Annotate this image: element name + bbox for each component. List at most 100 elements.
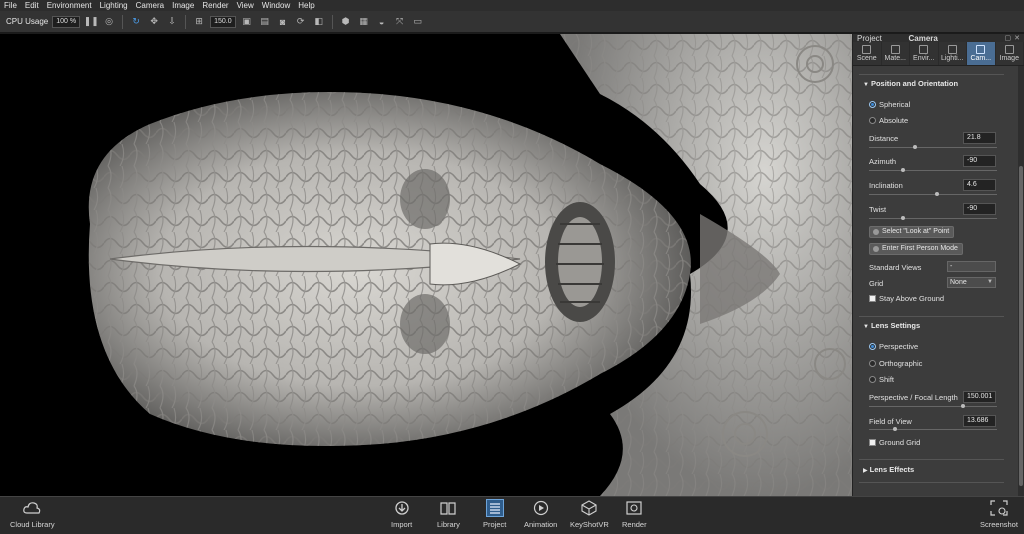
region-icon[interactable]: ▦ bbox=[357, 15, 371, 29]
tab-label: Mate... bbox=[884, 55, 906, 62]
tab-image[interactable]: Image bbox=[996, 42, 1024, 65]
material-icon[interactable]: ◒ bbox=[375, 15, 389, 29]
menu-item-file[interactable]: File bbox=[0, 0, 21, 11]
scrollbar-thumb[interactable] bbox=[1019, 166, 1023, 486]
fit-icon[interactable]: ⤧ bbox=[393, 15, 407, 29]
rendered-model bbox=[88, 34, 852, 496]
perspective-radio[interactable]: Perspective bbox=[869, 342, 918, 351]
lens-effects-header[interactable]: ▶ Lens Effects bbox=[863, 465, 914, 474]
layers-icon[interactable]: ◧ bbox=[312, 15, 326, 29]
panel-scrollbar[interactable] bbox=[1018, 66, 1024, 496]
download-icon[interactable]: ⇩ bbox=[165, 15, 179, 29]
screenshot-button[interactable]: Screenshot bbox=[980, 499, 1018, 529]
shift-radio[interactable]: Shift bbox=[869, 375, 894, 384]
radio-dot bbox=[869, 376, 876, 383]
tab-material[interactable]: Mate... bbox=[882, 42, 910, 65]
field-of-view-field[interactable]: 13.686 bbox=[963, 415, 996, 427]
target-icon bbox=[873, 229, 879, 235]
slider-knob[interactable] bbox=[901, 168, 905, 172]
render-viewport[interactable] bbox=[0, 34, 852, 496]
menu-item-window[interactable]: Window bbox=[258, 0, 294, 11]
library-label: Library bbox=[437, 520, 460, 529]
tumble-icon[interactable]: ✥ bbox=[147, 15, 161, 29]
position-orientation-header[interactable]: ▼ Position and Orientation bbox=[863, 79, 958, 88]
select-look-at-button[interactable]: Select "Look at" Point bbox=[869, 226, 955, 238]
presentation-icon[interactable]: ▭ bbox=[411, 15, 425, 29]
focal-length-field[interactable]: 150.0 bbox=[210, 15, 236, 28]
animation-button[interactable]: Animation bbox=[524, 499, 557, 529]
sync-icon[interactable]: ⟳ bbox=[294, 15, 308, 29]
camera-lock-icon[interactable]: ◙ bbox=[276, 15, 290, 29]
focal-length-field[interactable]: 150.001 bbox=[963, 391, 996, 403]
twist-slider[interactable] bbox=[869, 216, 997, 220]
image-icon bbox=[1004, 45, 1014, 54]
project-button[interactable]: Project bbox=[483, 499, 506, 529]
absolute-label: Absolute bbox=[879, 116, 909, 125]
slider-knob[interactable] bbox=[913, 145, 917, 149]
menu-item-edit[interactable]: Edit bbox=[21, 0, 43, 11]
camera-list-icon[interactable]: ▤ bbox=[258, 15, 272, 29]
azimuth-label: Azimuth bbox=[869, 157, 897, 166]
twist-field[interactable]: -90 bbox=[963, 203, 996, 215]
radio-dot bbox=[869, 117, 876, 124]
menu-item-camera[interactable]: Camera bbox=[132, 0, 168, 11]
toolbar-separator bbox=[122, 14, 124, 29]
tab-camera[interactable]: Cam... bbox=[967, 42, 996, 65]
inclination-field[interactable]: 4.6 bbox=[963, 179, 996, 191]
slider-knob[interactable] bbox=[901, 216, 905, 220]
orthographic-radio[interactable]: Orthographic bbox=[869, 359, 922, 368]
slider-knob[interactable] bbox=[893, 427, 897, 431]
library-button[interactable]: Library bbox=[437, 499, 460, 529]
camera-icon bbox=[976, 45, 986, 54]
checkbox-box bbox=[869, 439, 876, 446]
ground-grid-checkbox[interactable]: Ground Grid bbox=[869, 438, 920, 447]
tab-lighting[interactable]: Lighti... bbox=[939, 42, 967, 65]
inclination-slider[interactable] bbox=[869, 192, 997, 196]
stay-above-ground-checkbox[interactable]: Stay Above Ground bbox=[869, 294, 944, 303]
look-at-label: Select "Look at" Point bbox=[882, 228, 950, 235]
tab-environment[interactable]: Envir... bbox=[910, 42, 939, 65]
azimuth-field[interactable]: -90 bbox=[963, 155, 996, 167]
first-person-button[interactable]: Enter First Person Mode bbox=[869, 243, 963, 255]
menu-item-help[interactable]: Help bbox=[294, 0, 318, 11]
menu-item-image[interactable]: Image bbox=[168, 0, 198, 11]
slider-knob[interactable] bbox=[961, 404, 965, 408]
slider-knob[interactable] bbox=[935, 192, 939, 196]
cloud-library-label: Cloud Library bbox=[10, 520, 55, 529]
spherical-radio[interactable]: Spherical bbox=[869, 100, 910, 109]
checkbox-box bbox=[869, 295, 876, 302]
lens-settings-header[interactable]: ▼ Lens Settings bbox=[863, 321, 920, 330]
menu-item-lighting[interactable]: Lighting bbox=[96, 0, 132, 11]
geometry-view-icon[interactable]: ⬢ bbox=[339, 15, 353, 29]
render-button[interactable]: Render bbox=[622, 499, 647, 529]
grid-dropdown[interactable]: None ▼ bbox=[947, 277, 996, 288]
refresh-icon[interactable]: ↻ bbox=[129, 15, 143, 29]
menu-item-environment[interactable]: Environment bbox=[43, 0, 96, 11]
collapse-arrow-icon: ▼ bbox=[863, 324, 869, 330]
menu-item-view[interactable]: View bbox=[233, 0, 258, 11]
pause-icon[interactable]: ❚❚ bbox=[84, 15, 99, 29]
azimuth-slider[interactable] bbox=[869, 168, 997, 172]
performance-icon[interactable]: ◎ bbox=[102, 15, 116, 29]
keyshotvr-button[interactable]: KeyShotVR bbox=[570, 499, 609, 529]
cloud-library-button[interactable]: Cloud Library bbox=[10, 499, 55, 529]
distance-slider[interactable] bbox=[869, 145, 997, 149]
standard-views-value: - bbox=[950, 263, 953, 270]
menu-item-render[interactable]: Render bbox=[198, 0, 232, 11]
section-divider bbox=[859, 459, 1004, 460]
distance-field[interactable]: 21.8 bbox=[963, 132, 996, 144]
focal-length-slider[interactable] bbox=[869, 404, 997, 408]
absolute-radio[interactable]: Absolute bbox=[869, 116, 908, 125]
field-of-view-slider[interactable] bbox=[869, 427, 997, 431]
screenshot-icon bbox=[990, 499, 1008, 517]
play-icon bbox=[532, 499, 550, 517]
tab-scene[interactable]: Scene bbox=[853, 42, 882, 65]
close-icon[interactable]: ✕ bbox=[1014, 34, 1020, 42]
spherical-label: Spherical bbox=[879, 100, 911, 109]
import-button[interactable]: Import bbox=[391, 499, 412, 529]
cpu-usage-select[interactable]: 100 % bbox=[52, 15, 81, 28]
float-icon[interactable]: ▢ bbox=[1004, 34, 1011, 42]
camera-add-icon[interactable]: ▣ bbox=[240, 15, 254, 29]
radio-dot bbox=[869, 360, 876, 367]
standard-views-dropdown[interactable]: - bbox=[947, 261, 996, 272]
